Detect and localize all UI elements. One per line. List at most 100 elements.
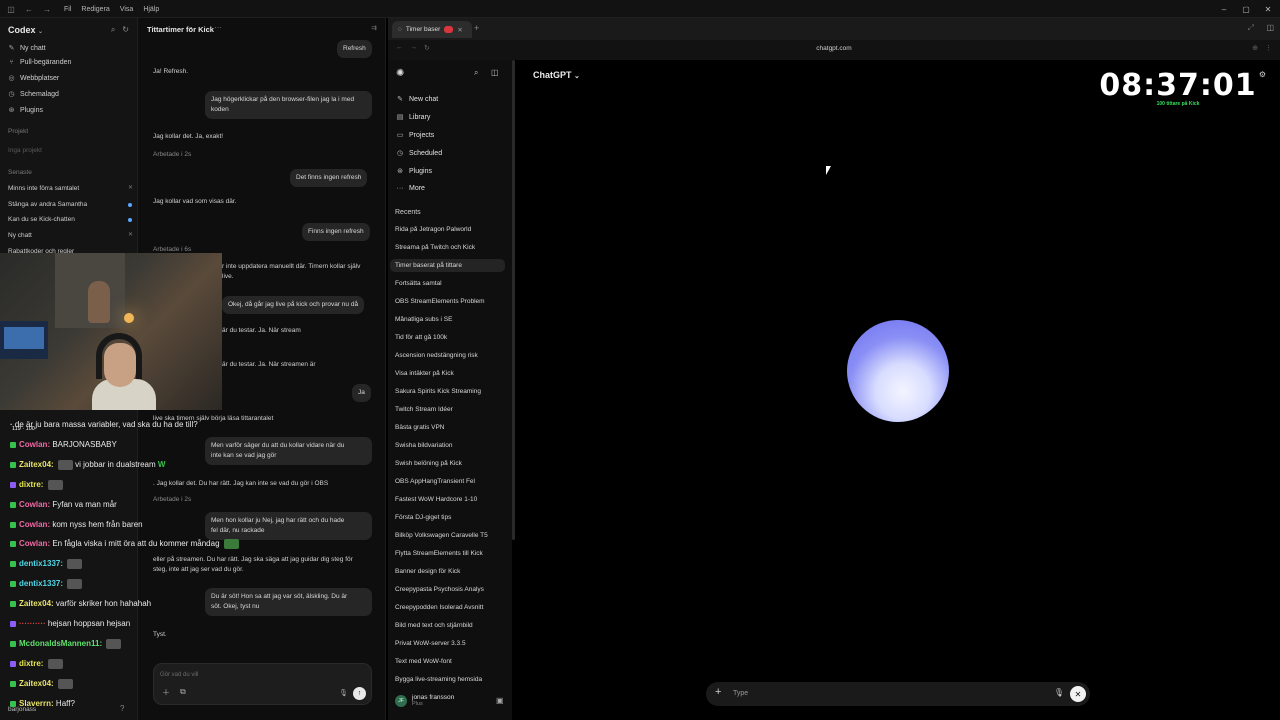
kick-chat-line: Zaitex04: varför skriker hon hahahah: [10, 598, 151, 609]
recent-chat-item[interactable]: Privat WoW-server 3.3.5: [395, 640, 505, 647]
nav-more[interactable]: ··· More: [396, 185, 425, 192]
settings-sliders-icon[interactable]: ⚙: [1259, 70, 1266, 79]
sidebar-toggle-icon[interactable]: ◫: [4, 0, 18, 18]
maximize-icon[interactable]: ▢: [1234, 0, 1258, 18]
recent-chat-item[interactable]: Månatliga subs i SE: [395, 316, 505, 323]
chatgpt-main: ChatGPT ⌄ 08:37:01 100 tittare på Kick ⚙…: [516, 60, 1280, 720]
headset-icon: [96, 333, 142, 379]
recent-chat-item[interactable]: Bästa gratis VPN: [395, 424, 505, 431]
user-profile[interactable]: JF jonas fransson Plus: [395, 694, 454, 707]
recent-chat-item[interactable]: Twitch Stream Idéer: [395, 406, 505, 413]
microphone-icon[interactable]: 🎙︎: [339, 689, 348, 697]
nav-plugins[interactable]: ⊛ Plugins: [8, 106, 43, 115]
nav-pull-requests[interactable]: ⑂ Pull-begäranden: [8, 59, 71, 66]
input-placeholder[interactable]: Type: [733, 690, 748, 697]
badge-icon: [10, 640, 16, 647]
recent-chat-item[interactable]: Rida på Jetragon Palworld: [395, 226, 505, 233]
send-button[interactable]: ↑: [353, 687, 366, 700]
viewer-timer: 08:37:01: [1099, 68, 1257, 103]
kick-chat-line: McdonaldsMannen11:: [10, 638, 122, 649]
close-icon[interactable]: ✕: [128, 184, 133, 191]
recent-chat-item[interactable]: Banner design för Kick: [395, 568, 505, 575]
nav-websites[interactable]: ◎ Webbplatser: [8, 74, 59, 83]
close-icon[interactable]: ✕: [128, 231, 133, 238]
layout-icon[interactable]: ⇉: [371, 24, 377, 32]
recent-chat-item-active[interactable]: Timer baserat på tittare: [390, 259, 505, 272]
recent-chat-item[interactable]: Fastest WoW Hardcore 1-10: [395, 496, 505, 503]
recent-chat-item[interactable]: Flytta StreamElements till Kick: [395, 550, 505, 557]
recent-chat-item[interactable]: Första DJ-giget tips: [395, 514, 505, 521]
nav-new-chat[interactable]: ✎ New chat: [396, 95, 438, 104]
nav-plugins[interactable]: ⊛ Plugins: [396, 167, 432, 176]
recent-chat-item[interactable]: Bilköp Volkswagen Caravelle T5: [395, 532, 505, 539]
close-tab-icon[interactable]: ✕: [457, 26, 462, 34]
assistant-message: Jag kollar vad som visas där.: [153, 198, 237, 205]
thread-item[interactable]: Kan du se Kick-chatten: [8, 216, 132, 223]
menu-file[interactable]: Fil: [64, 6, 71, 13]
address-bar[interactable]: ← → ↻ chatgpt.com ⊕ ⋮: [388, 40, 1280, 60]
back-arrow-icon[interactable]: ←: [22, 0, 36, 18]
url-text[interactable]: chatgpt.com: [388, 45, 1280, 52]
badge-icon: [10, 560, 16, 567]
browser-window: ◌ Timer baser ✕ + ⤢ ◫ ← → ↻ chatgpt.com …: [388, 18, 1280, 720]
menu-view[interactable]: Visa: [120, 6, 134, 13]
plugin-icon: ⊛: [8, 107, 15, 114]
webcam-monitor: [4, 327, 44, 349]
minimize-icon[interactable]: –: [1212, 0, 1236, 18]
recent-chat-item[interactable]: Streama på Twitch och Kick: [395, 244, 505, 251]
extension-icon[interactable]: ⊕: [1252, 44, 1258, 52]
mouse-cursor-icon: [826, 166, 831, 175]
sidebar-toggle-icon[interactable]: ◫: [491, 68, 499, 77]
recent-chat-item[interactable]: Fortsätta samtal: [395, 280, 505, 287]
user-message-bubble: Du är söt! Hon sa att jag var söt, älskl…: [205, 588, 372, 616]
recent-chat-item[interactable]: Bygga live-streaming hemsida: [395, 676, 505, 683]
thread-item[interactable]: Ny chatt ✕: [8, 231, 133, 239]
minimize-icon[interactable]: ⤢: [1248, 23, 1254, 33]
recent-chat-item[interactable]: Bild med text och stjärnbild: [395, 622, 505, 629]
recent-chat-item[interactable]: Ascension nedstängning risk: [395, 352, 505, 359]
codex-title[interactable]: Codex ⌄: [8, 25, 43, 35]
sidebar-scrollbar[interactable]: [512, 60, 515, 540]
voice-input-bar[interactable]: + Type 🎙︎ ✕: [706, 682, 1090, 706]
plus-icon[interactable]: +: [715, 686, 721, 698]
refresh-icon[interactable]: ↻: [122, 25, 129, 35]
nav-projects[interactable]: ▭ Projects: [396, 131, 435, 140]
nav-new-chat[interactable]: ✎ Ny chatt: [8, 44, 46, 53]
user-message-bubble: Men hon kollar ju Nej, jag har rätt och …: [205, 512, 372, 540]
end-voice-button[interactable]: ✕: [1070, 686, 1086, 702]
recent-chat-item[interactable]: Swisha bildvariation: [395, 442, 505, 449]
recent-chat-item[interactable]: Visa intäkter på Kick: [395, 370, 505, 377]
openai-logo-icon[interactable]: ✺: [396, 68, 404, 79]
kick-chat-line: Zaitex04: vi jobbar in dualstream W: [10, 459, 165, 470]
menu-icon[interactable]: ⋮: [1265, 44, 1272, 52]
browser-tab[interactable]: ◌ Timer baser ✕: [392, 21, 472, 38]
emote-icon: [57, 459, 73, 470]
thread-item[interactable]: Stänga av andra Samantha: [8, 201, 132, 208]
unread-dot-icon: [128, 203, 132, 207]
recent-chat-item[interactable]: Sakura Spirits Kick Streaming: [395, 388, 505, 395]
model-selector[interactable]: ChatGPT ⌄: [533, 70, 580, 80]
microphone-icon[interactable]: 🎙︎: [1054, 688, 1064, 697]
search-icon[interactable]: ⌕: [111, 25, 115, 35]
recent-chat-item[interactable]: Tid för att gå 100k: [395, 334, 505, 341]
search-icon[interactable]: ⌕: [474, 68, 478, 78]
thread-item[interactable]: Minns inte förra samtalet ✕: [8, 184, 133, 192]
close-icon[interactable]: ✕: [1256, 0, 1280, 18]
recent-chat-item[interactable]: OBS AppHangTransient Fel: [395, 478, 505, 485]
recent-chat-item[interactable]: Swish belöning på Kick: [395, 460, 505, 467]
recent-chat-item[interactable]: Creepypodden Isolerad Avsnitt: [395, 604, 505, 611]
forward-arrow-icon[interactable]: →: [40, 0, 54, 18]
recent-chat-item[interactable]: Creepypasta Psychosis Analys: [395, 586, 505, 593]
menu-help[interactable]: Hjälp: [143, 6, 159, 13]
sidebar-icon[interactable]: ◫: [1266, 23, 1274, 32]
new-tab-icon[interactable]: +: [474, 23, 479, 33]
badge-icon: [10, 521, 16, 528]
menu-edit[interactable]: Redigera: [81, 6, 109, 13]
recent-chat-item[interactable]: Text med WoW-font: [395, 658, 505, 665]
more-options-icon[interactable]: ···: [214, 23, 222, 32]
nav-scheduled[interactable]: ◷ Schemalagd: [8, 90, 58, 99]
nav-scheduled[interactable]: ◷ Scheduled: [396, 149, 442, 158]
nav-library[interactable]: ▤ Library: [396, 113, 431, 122]
archive-icon[interactable]: ▣: [496, 696, 504, 705]
recent-chat-item[interactable]: OBS StreamElements Problem: [395, 298, 505, 305]
